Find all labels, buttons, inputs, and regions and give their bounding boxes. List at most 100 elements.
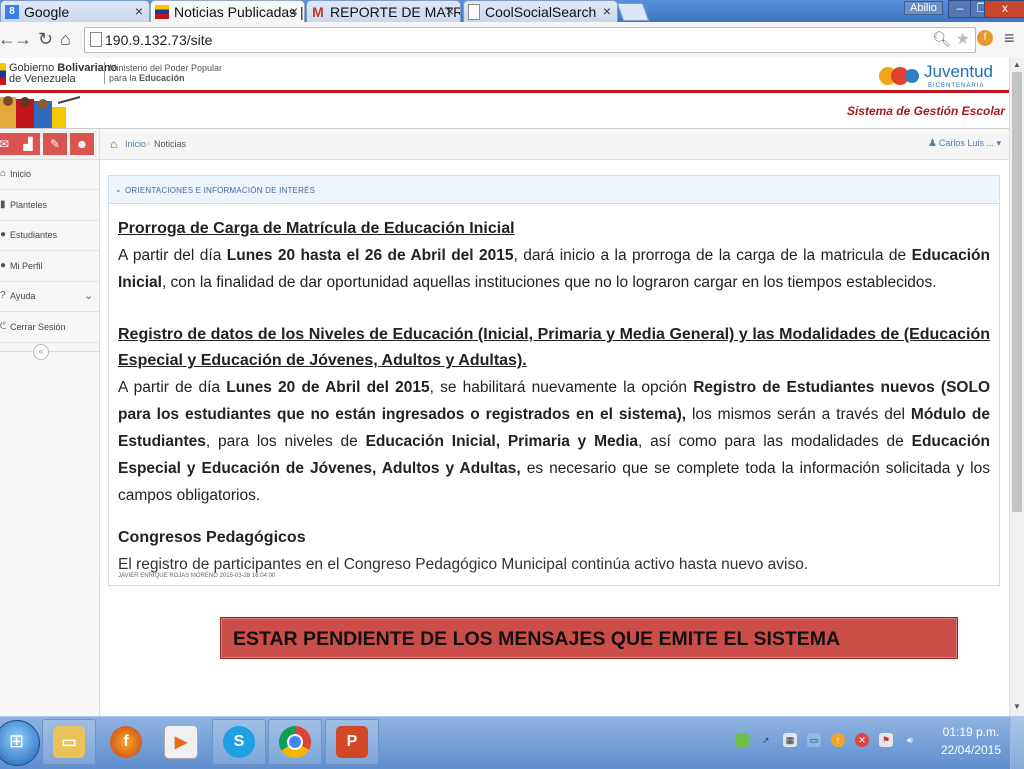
sidebar-item-ayuda[interactable]: ? Ayuda ⌄ [0,281,99,312]
sidebar-item-planteles[interactable]: ▮ Planteles [0,190,99,221]
taskbar-skype[interactable]: S [212,719,266,765]
scrollbar-thumb[interactable] [1012,72,1022,512]
news3-heading: Congresos Pedagógicos [118,529,306,546]
shortcut-users-icon[interactable]: ☻ [70,133,94,155]
chevron-down-icon: ⌄ [84,290,94,302]
clock-time: 01:19 p.m. [942,725,1000,739]
tab-reporte[interactable]: M REPORTE DE MATRÍC × [306,0,461,22]
security-alert-icon[interactable]: ✕ [855,733,869,747]
extension-icon[interactable]: f [977,30,993,46]
breadcrumb-current: Noticias [154,139,187,149]
sidebar-item-label: Inicio [10,169,32,179]
juventud-bicentenaria-logo: Juventud BICENTENARIA [879,62,993,89]
breadcrumb-inicio-link[interactable]: Inicio [125,139,146,149]
breadcrumb-separator: › [147,138,150,148]
panel-header[interactable]: ⌄ ORIENTACIONES E INFORMACIÓN DE INTERÉS [109,176,999,204]
user-menu[interactable]: ♟ Carlos Luis ... ▾ [928,138,1001,149]
windows-taskbar: ⊞ ▭ f ▶ S P ➚ ▦ ▭ ↑ ✕ ⚑ 🔊︎ 01:19 p.m. 22… [0,716,1024,769]
shortcut-envelope-icon[interactable]: ✉ [0,133,16,155]
sidebar-item-cerrar-sesion[interactable]: ⏻ Cerrar Sesión [0,312,99,343]
banner-collage-image [0,93,92,128]
close-icon[interactable]: × [603,3,611,19]
chrome-icon [279,726,311,758]
windows-logo-icon: ⊞ [9,731,25,751]
tab-title: Google [24,3,70,20]
sidebar-item-label: Planteles [10,200,48,210]
page-icon [468,3,480,20]
tab-google[interactable]: 8 Google × [0,0,150,22]
close-icon[interactable]: × [135,3,143,19]
ministry-logo-text: Ministerio del Poder Popular para la Edu… [109,63,222,83]
panel-body: Prorroga de Carga de Matrícula de Educac… [118,216,990,578]
sidebar-item-label: Cerrar Sesión [10,322,66,332]
news2-text: A partir de día Lunes 20 de Abril del 20… [118,379,991,504]
show-desktop-button[interactable] [1010,717,1024,769]
minimize-button[interactable]: – [948,0,972,18]
user-menu-label: Carlos Luis ... [938,138,994,148]
taskbar-file-explorer[interactable]: ▭ [42,719,96,765]
tab-coolsocialsearch[interactable]: CoolSocialSearch × [463,0,618,22]
start-button[interactable]: ⊞ [0,720,40,766]
browser-toolbar: ← → ↻ ⌂ 190.9.132.73/site 🔍︎ ★ f ≡ [0,22,1024,59]
ministry-line2-a: para la [109,73,140,83]
forward-icon[interactable]: → [14,29,32,50]
new-tab-button[interactable] [616,3,650,21]
sidebar-item-estudiantes[interactable]: ● Estudiantes [0,220,99,251]
gmail-icon: M [312,3,324,20]
browser-menu-icon[interactable]: ≡ [1004,28,1015,49]
arrow-tray-icon[interactable]: ➚ [759,733,773,747]
tab-title: CoolSocialSearch [485,3,597,20]
ministry-line1: Ministerio del Poder Popular [109,63,223,73]
scroll-down-icon[interactable]: ▼ [1013,702,1021,711]
power-icon: ⏻ [0,321,6,332]
taskbar-firefox[interactable]: f [99,719,153,765]
sidebar-item-mi-perfil[interactable]: ● Mi Perfil [0,251,99,282]
close-icon[interactable]: × [290,3,298,19]
divider [0,351,99,352]
tab-title: REPORTE DE MATRÍC [330,3,460,20]
flag-icon[interactable]: ⚑ [879,733,893,747]
address-bar[interactable]: 190.9.132.73/site 🔍︎ ★ [84,27,976,53]
bookmark-star-icon[interactable]: ★ [956,28,970,52]
volume-icon[interactable]: 🔊︎ [903,733,917,747]
users-icon: ● [0,229,6,240]
chevron-down-icon: ⌄ [115,185,122,194]
sidebar-collapse-button[interactable]: « [33,344,49,360]
network-app-icon[interactable] [735,733,749,747]
gob-line2: de Venezuela [9,73,76,85]
device-icon[interactable]: ▦ [783,733,797,747]
tab-noticias[interactable]: Noticias Publicadas | × [150,0,305,22]
news1-text: A partir del día Lunes 20 hasta el 26 de… [118,247,990,291]
taskbar-media-player[interactable]: ▶ [154,719,208,765]
clock-date: 22/04/2015 [940,743,1002,757]
home-icon[interactable]: ⌂ [60,29,71,50]
news2-heading: Registro de datos de los Niveles de Educ… [118,326,990,369]
taskbar-powerpoint[interactable]: P [325,719,379,765]
page-scrollbar[interactable]: ▲ ▼ [1009,58,1024,716]
sidebar-item-inicio[interactable]: ⌂ Inicio [0,159,99,190]
display-icon[interactable]: ▭ [807,733,821,747]
tab-title: Noticias Publicadas | [174,3,304,20]
close-icon[interactable]: × [446,3,454,19]
update-icon[interactable]: ↑ [831,733,845,747]
reload-icon[interactable]: ↻ [38,29,53,50]
panel-title: ORIENTACIONES E INFORMACIÓN DE INTERÉS [125,186,316,195]
scroll-up-icon[interactable]: ▲ [1013,60,1021,69]
system-alert-banner: ESTAR PENDIENTE DE LOS MENSAJES QUE EMIT… [220,617,958,659]
sidebar-item-label: Mi Perfil [10,261,43,271]
taskbar-chrome[interactable] [268,719,322,765]
browser-tab-strip: 8 Google × Noticias Publicadas | × M REP… [0,0,1024,22]
window-close-button[interactable]: x [984,0,1024,18]
logo-subtext: BICENTENARIA [928,83,984,89]
venezuela-flag-icon [155,4,169,19]
venezuela-flag-icon [0,63,6,85]
zoom-icon[interactable]: 🔍︎ [932,28,951,52]
banner-row: Sistema de Gestión Escolar [0,93,1009,129]
home-icon: ⌂ [110,137,118,151]
firefox-icon: f [110,726,142,758]
taskbar-clock[interactable]: 01:19 p.m. 22/04/2015 [940,723,1002,759]
shortcut-chart-icon[interactable]: ▟ [16,133,40,155]
shortcut-pencil-icon[interactable]: ✎ [43,133,67,155]
gobierno-logo-text: Gobierno Bolivariano de Venezuela [9,63,117,85]
header-divider [104,62,105,84]
